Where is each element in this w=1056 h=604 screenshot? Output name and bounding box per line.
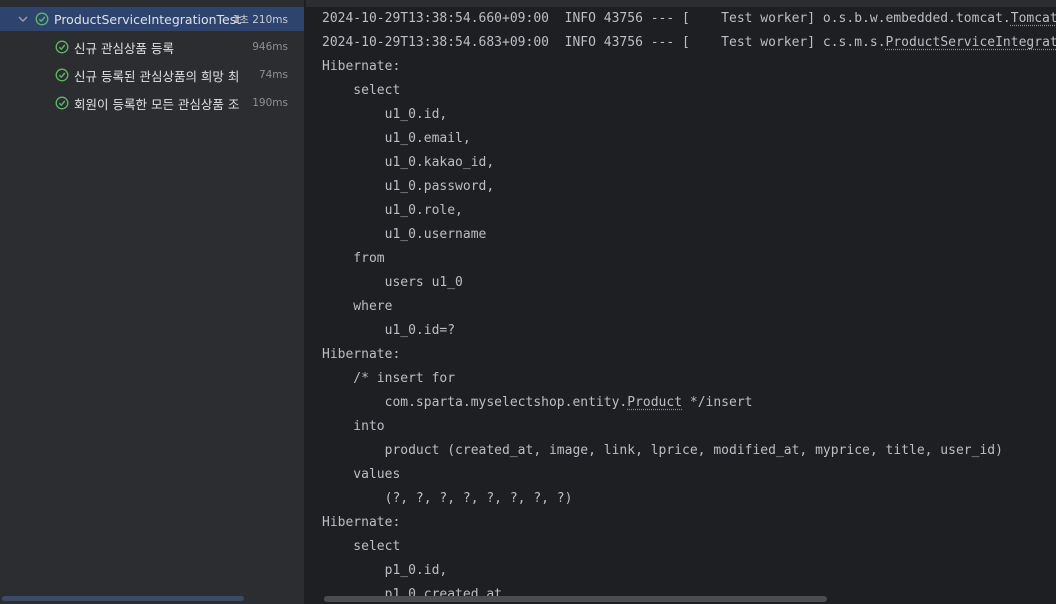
console-text: u1_0.password, [322, 179, 495, 194]
test-duration: 74ms [258, 69, 288, 81]
console-text: values [322, 467, 401, 482]
console-line: from [322, 247, 1056, 271]
test-label: 회원이 등록한 모든 관심상품 조 [74, 96, 240, 112]
console-link-text[interactable]: Tomcat [1011, 11, 1056, 26]
console-line: u1_0.role, [322, 199, 1056, 223]
test-duration: 190ms [252, 97, 288, 109]
console-text: u1_0.kakao_id, [322, 155, 495, 170]
test-duration: 946ms [252, 41, 288, 53]
suite-duration: 1초 210ms [232, 13, 288, 26]
console-link-text[interactable]: Product [627, 395, 682, 410]
console-text: into [322, 419, 385, 434]
console-line: Hibernate: [322, 511, 1056, 535]
console-text: */insert [682, 395, 753, 410]
tree-item-test[interactable]: 신규 관심상품 등록 946ms [0, 35, 304, 59]
test-passed-icon [55, 68, 69, 82]
console-log: 2024-10-29T13:38:54.660+09:00 INFO 43756… [322, 7, 1056, 604]
console-horizontal-scrollbar[interactable] [324, 596, 827, 602]
console-text: u1_0.role, [322, 203, 463, 218]
tree-item-test[interactable]: 회원이 등록한 모든 관심상품 조 190ms [0, 91, 304, 115]
console-text: u1_0.id, [322, 107, 448, 122]
chevron-down-icon[interactable] [17, 13, 29, 25]
console-line: /* insert for [322, 367, 1056, 391]
tree-item-suite[interactable]: ProductServiceIntegrationTest 1초 210ms [0, 7, 304, 31]
console-line: u1_0.id, [322, 103, 1056, 127]
console-text: u1_0.username [322, 227, 487, 242]
test-passed-icon [55, 96, 69, 110]
console-line: u1_0.email, [322, 127, 1056, 151]
console-line: values [322, 463, 1056, 487]
test-results-tree: ProductServiceIntegrationTest 1초 210ms 신… [0, 0, 304, 604]
console-line: p1_0.id, [322, 559, 1056, 583]
console-line: product (created_at, image, link, lprice… [322, 439, 1056, 463]
console-text: Hibernate: [322, 347, 409, 362]
console-line: Hibernate: [322, 343, 1056, 367]
console-output[interactable]: 2024-10-29T13:38:54.660+09:00 INFO 43756… [306, 0, 1056, 604]
console-text: /* insert for [322, 371, 456, 386]
console-line: 2024-10-29T13:38:54.683+09:00 INFO 43756… [322, 31, 1056, 55]
test-label: 신규 관심상품 등록 [74, 40, 174, 56]
console-text: (?, ?, ?, ?, ?, ?, ?, ?) [322, 491, 573, 506]
console-text: Hibernate: [322, 515, 409, 530]
test-passed-icon [35, 12, 49, 26]
console-line: u1_0.id=? [322, 319, 1056, 343]
console-text: select [322, 83, 401, 98]
console-text: u1_0.email, [322, 131, 471, 146]
tree-horizontal-scrollbar[interactable] [2, 596, 244, 601]
console-line: select [322, 535, 1056, 559]
console-line: into [322, 415, 1056, 439]
console-text: from [322, 251, 385, 266]
console-line: where [322, 295, 1056, 319]
console-line: 2024-10-29T13:38:54.660+09:00 INFO 43756… [322, 7, 1056, 31]
test-passed-icon [55, 40, 69, 54]
console-text: Hibernate: [322, 59, 409, 74]
console-text: com.sparta.myselectshop.entity. [322, 395, 628, 410]
console-text: where [322, 299, 393, 314]
console-line: u1_0.username [322, 223, 1056, 247]
console-line: (?, ?, ?, ?, ?, ?, ?, ?) [322, 487, 1056, 511]
console-text: u1_0.id=? [322, 323, 456, 338]
suite-label: ProductServiceIntegrationTest [54, 11, 242, 27]
console-line: Hibernate: [322, 55, 1056, 79]
console-line: select [322, 79, 1056, 103]
test-label: 신규 등록된 관심상품의 희망 최 [74, 68, 240, 84]
console-line: com.sparta.myselectshop.entity.Product *… [322, 391, 1056, 415]
console-line: u1_0.kakao_id, [322, 151, 1056, 175]
console-text: users u1_0 [322, 275, 463, 290]
console-line: users u1_0 [322, 271, 1056, 295]
console-text: product (created_at, image, link, lprice… [322, 443, 1003, 458]
console-link-text[interactable]: ProductServiceIntegrationTest [886, 35, 1056, 50]
tree-item-test[interactable]: 신규 등록된 관심상품의 희망 최 74ms [0, 63, 304, 87]
console-text: select [322, 539, 401, 554]
console-toolbar-edge [306, 0, 1056, 7]
console-line: u1_0.password, [322, 175, 1056, 199]
console-text: 2024-10-29T13:38:54.683+09:00 INFO 43756… [322, 35, 886, 50]
console-text: p1_0.id, [322, 563, 448, 578]
console-text: 2024-10-29T13:38:54.660+09:00 INFO 43756… [322, 11, 1011, 26]
